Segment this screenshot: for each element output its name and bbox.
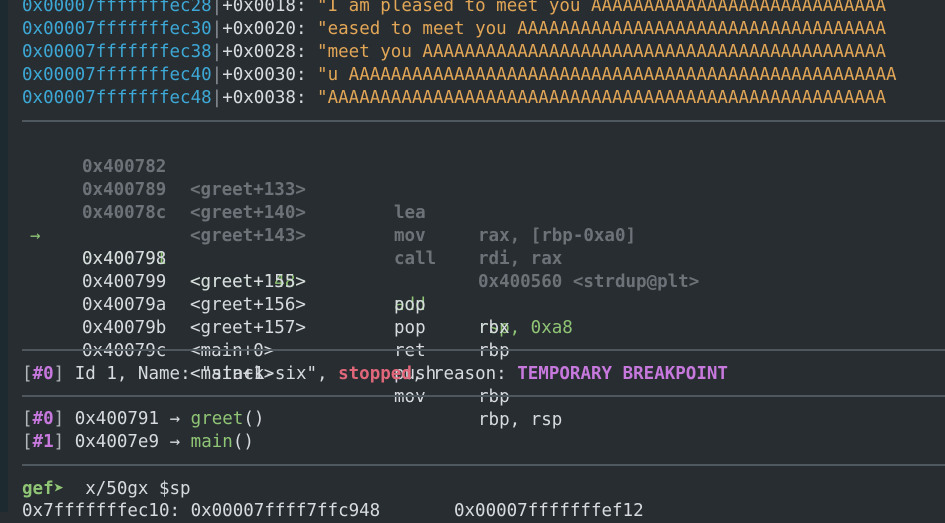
code-row: 0x400789 <greet+140> mov rdi, rax — [0, 156, 945, 269]
stack-value: "eased to meet you AAAAAAAAAAAAAAAAAAAAA… — [317, 19, 886, 39]
section-divider — [22, 395, 945, 397]
stack-row: 0x00007fffffffec28|+0x0018: "I am please… — [22, 0, 886, 18]
stack-value: "meet you AAAAAAAAAAAAAAAAAAAAAAAAAAAAAA… — [317, 42, 886, 62]
frame-function: greet — [190, 409, 244, 429]
stack-address: 0x00007fffffffec48 — [22, 88, 212, 108]
stack-offset: +0x0018: — [222, 0, 307, 16]
thread-info: Id 1, Name: "stack-six", — [64, 364, 339, 384]
stack-row: 0x00007fffffffec38|+0x0028: "meet you AA… — [22, 42, 886, 62]
trace-frame: [#0] 0x400791 → greet() — [22, 409, 265, 429]
command-input[interactable]: x/50gx $sp — [64, 479, 190, 499]
stack-offset: +0x0028: — [222, 42, 307, 62]
stack-offset: +0x0020: — [222, 19, 307, 39]
stack-offset: +0x0030: — [222, 65, 307, 85]
code-row: 0x40079a <greet+157> ret — [0, 271, 945, 361]
frame-function: main — [190, 432, 233, 452]
code-row: 0x400799 <greet+156> pop rbp — [0, 248, 945, 361]
stack-address: 0x00007fffffffec40 — [22, 65, 212, 85]
code-operands: rbp — [478, 387, 510, 407]
stack-offset: +0x0038: — [222, 88, 307, 108]
stack-row: 0x00007fffffffec48|+0x0038: "AAAAAAAAAAA… — [22, 88, 886, 108]
frame-arrow-icon: → — [169, 432, 181, 452]
frame-arrow-icon: → — [169, 409, 181, 429]
code-row: 0x40079b <main+0> push rbp — [0, 294, 945, 407]
code-symbol: <main+0> — [190, 341, 275, 361]
frame-number: #1 — [32, 432, 54, 452]
gef-prompt: gef➤ — [22, 479, 65, 499]
stop-reason: TEMPORARY BREAKPOINT — [517, 364, 728, 384]
code-row: 0x40078c <greet+143> call 0x400560 <strd… — [0, 179, 945, 292]
code-operands: rbp, rsp — [478, 410, 563, 430]
code-row-current: → 0x400791 <greet+148> add rsp, 0xa8 — [0, 202, 945, 338]
stack-address: 0x00007fffffffec28 — [22, 0, 212, 16]
stack-value: "I am pleased to meet you AAAAAAAAAAAAAA… — [317, 0, 886, 16]
stack-address: 0x00007fffffffec38 — [22, 42, 212, 62]
section-divider — [22, 349, 945, 351]
section-divider — [22, 464, 945, 466]
code-address: 0x40079c — [82, 341, 167, 361]
code-operands: rbp — [478, 341, 510, 361]
thread-status-line: [#0] Id 1, Name: "stack-six", stopped, r… — [22, 364, 728, 384]
stack-value: "AAAAAAAAAAAAAAAAAAAAAAAAAAAAAAAAAAAAAAA… — [317, 88, 886, 108]
stack-row: 0x00007fffffffec40|+0x0030: "u AAAAAAAAA… — [22, 65, 897, 85]
trace-frame: [#1] 0x4007e9 → main() — [22, 432, 254, 452]
code-row: 0x400798 <greet+155> pop rbx — [0, 225, 945, 338]
code-mnemonic: mov — [394, 387, 426, 407]
stack-address: 0x00007fffffffec30 — [22, 19, 212, 39]
frame-address: 0x4007e9 — [74, 432, 160, 452]
frame-address: 0x400791 — [74, 409, 160, 429]
code-mnemonic: ret — [394, 341, 426, 361]
frame-number: #0 — [32, 409, 54, 429]
thread-state: stopped — [338, 364, 412, 384]
code-row: 0x400782 <greet+133> lea rax, [rbp-0xa0] — [0, 133, 945, 246]
section-divider — [22, 120, 945, 122]
stack-row: 0x00007fffffffec30|+0x0020: "eased to me… — [22, 19, 886, 39]
stack-value: "u AAAAAAAAAAAAAAAAAAAAAAAAAAAAAAAAAAAAA… — [317, 65, 897, 85]
thread-number: #0 — [32, 364, 54, 384]
command-line[interactable]: gef➤ x/50gx $sp — [22, 478, 191, 501]
code-row: 0x40079c <main+1> mov rbp, rsp — [0, 317, 945, 430]
